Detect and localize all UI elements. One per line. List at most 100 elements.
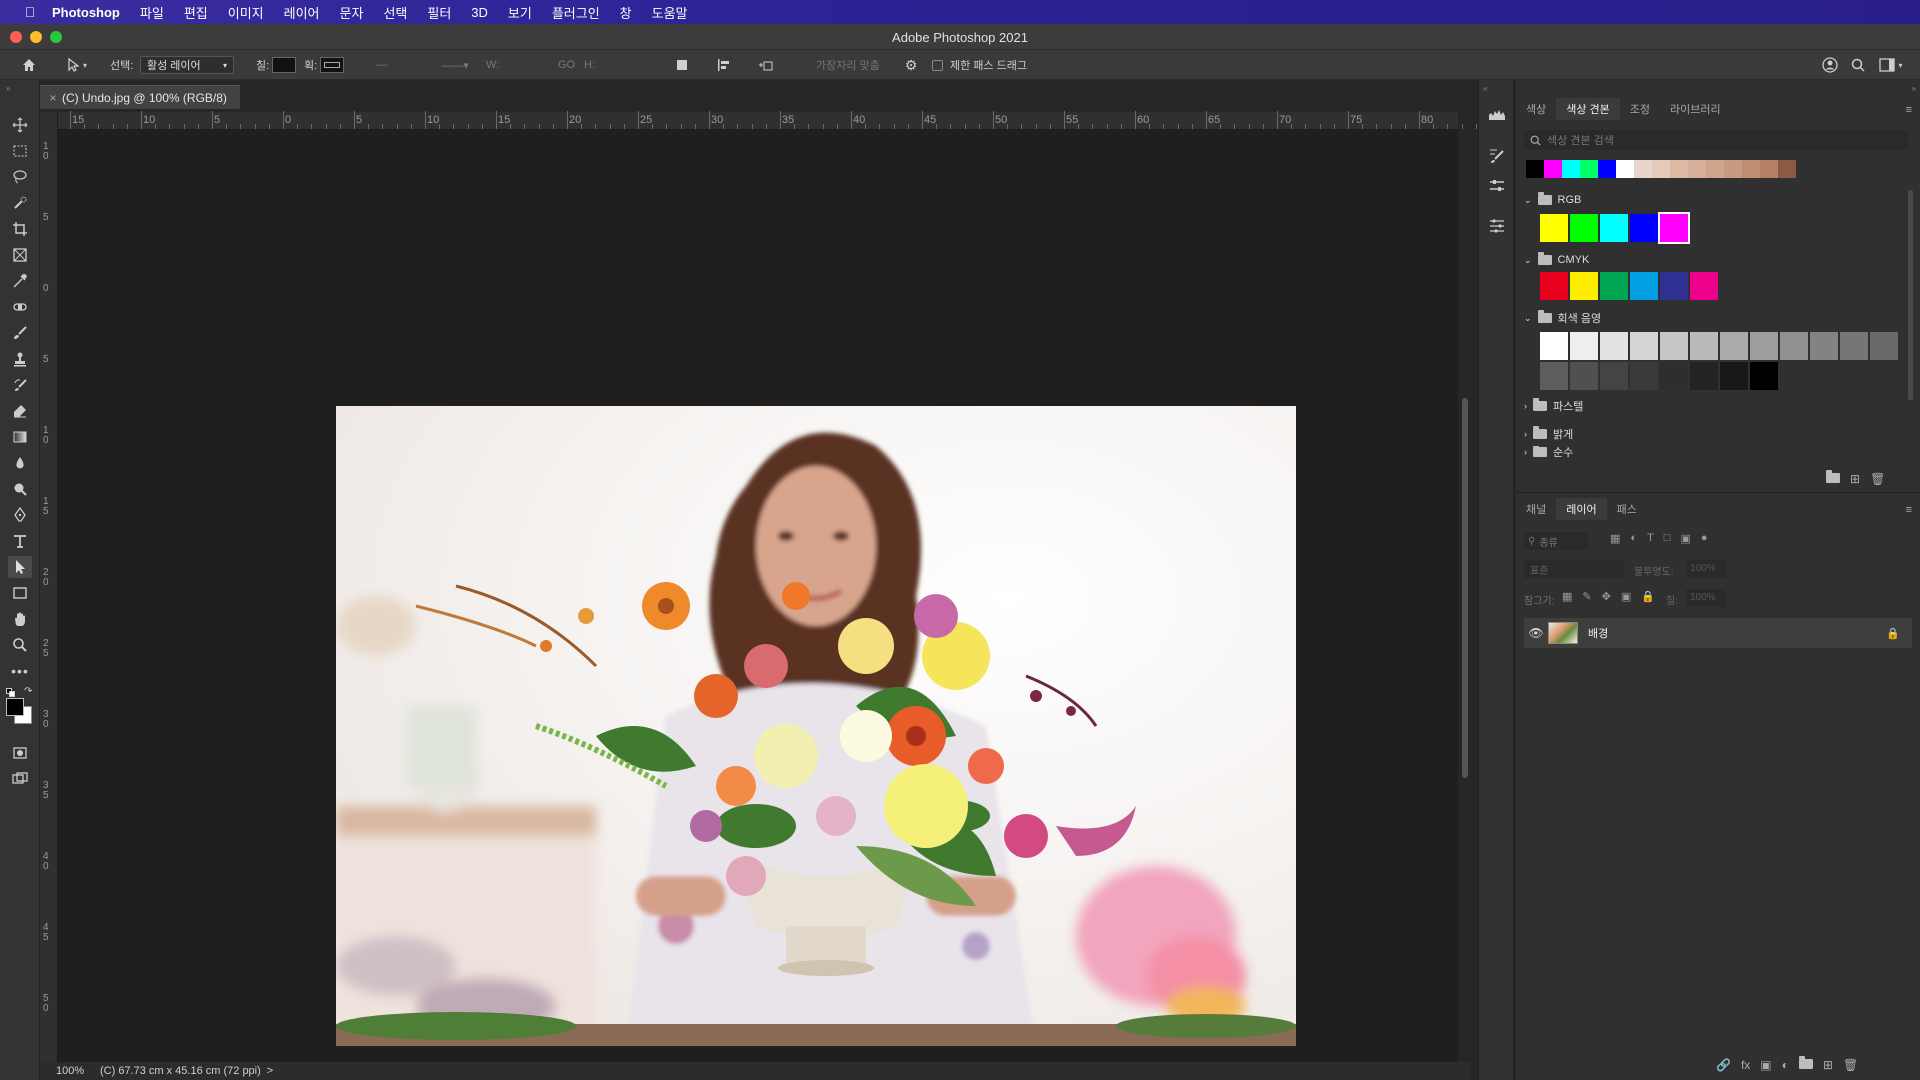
menu-app-name[interactable]: Photoshop: [52, 5, 120, 20]
foreground-color-swatch[interactable]: [6, 698, 24, 716]
gray-swatch[interactable]: [1630, 362, 1658, 390]
recent-swatch[interactable]: [1562, 160, 1580, 178]
workspace-button[interactable]: ▾: [1876, 56, 1906, 74]
stroke-swatch[interactable]: [320, 57, 344, 73]
tab-channels[interactable]: 채널: [1516, 498, 1556, 520]
gray-swatch[interactable]: [1600, 332, 1628, 360]
marquee-tool[interactable]: [8, 140, 32, 162]
smart-object-filter-icon[interactable]: ▣: [1680, 532, 1690, 545]
color-swatch[interactable]: [1630, 214, 1658, 242]
type-tool[interactable]: [8, 530, 32, 552]
lasso-tool[interactable]: [8, 166, 32, 188]
blur-tool[interactable]: [8, 452, 32, 474]
adjustment-layer-icon[interactable]: ◐: [1782, 1058, 1789, 1072]
collapse-arrows-icon[interactable]: »: [6, 84, 10, 93]
gray-swatch[interactable]: [1690, 332, 1718, 360]
gray-swatch[interactable]: [1540, 362, 1568, 390]
menu-filter[interactable]: 필터: [427, 3, 451, 22]
tab-swatches[interactable]: 색상 견본: [1556, 98, 1620, 120]
canvas-area[interactable]: [58, 130, 1458, 1062]
home-button[interactable]: [18, 56, 40, 74]
tab-libraries[interactable]: 라이브러리: [1660, 98, 1731, 120]
color-swatch[interactable]: [1600, 272, 1628, 300]
menu-layer[interactable]: 레이어: [284, 3, 320, 22]
menu-window[interactable]: 창: [620, 3, 632, 22]
zoom-tool[interactable]: [8, 634, 32, 656]
panel-menu-icon[interactable]: ≡: [1906, 504, 1912, 516]
tab-color[interactable]: 색상: [1516, 98, 1556, 120]
link-dimensions-label[interactable]: GO: [558, 56, 575, 74]
crop-tool[interactable]: [8, 218, 32, 240]
new-swatch-icon[interactable]: ⊞: [1850, 472, 1860, 486]
opacity-field[interactable]: 100%: [1686, 560, 1726, 578]
menu-type[interactable]: 문자: [340, 3, 364, 22]
recent-swatch[interactable]: [1652, 160, 1670, 178]
menu-3d[interactable]: 3D: [471, 5, 488, 20]
recent-swatch[interactable]: [1616, 160, 1634, 178]
lock-pixels-icon[interactable]: ✎: [1582, 590, 1591, 603]
document-info[interactable]: (C) 67.73 cm x 45.16 cm (72 ppi): [100, 1065, 261, 1077]
recent-swatch[interactable]: [1688, 160, 1706, 178]
gray-swatch[interactable]: [1570, 362, 1598, 390]
properties-panel-button[interactable]: [1487, 216, 1507, 236]
menu-view[interactable]: 보기: [508, 3, 532, 22]
learn-button[interactable]: [1820, 56, 1840, 74]
hand-tool[interactable]: [8, 608, 32, 630]
new-group-icon[interactable]: [1798, 1056, 1813, 1072]
color-swatch[interactable]: [1570, 214, 1598, 242]
histogram-panel-button[interactable]: [1487, 104, 1507, 124]
recent-swatch[interactable]: [1598, 160, 1616, 178]
brush-settings-panel-button[interactable]: [1487, 146, 1507, 166]
gray-swatch[interactable]: [1690, 362, 1718, 390]
adjustment-layer-filter-icon[interactable]: ◐: [1630, 532, 1637, 545]
eye-icon[interactable]: 👁: [1524, 626, 1548, 640]
document-info-arrow-icon[interactable]: >: [267, 1065, 273, 1077]
path-selection-tool[interactable]: [8, 556, 32, 578]
select-dropdown[interactable]: 활성 레이어 ▾: [140, 56, 234, 74]
color-swatch[interactable]: [1690, 272, 1718, 300]
quick-mask-button[interactable]: [8, 742, 32, 764]
type-layer-filter-icon[interactable]: T: [1647, 532, 1654, 545]
stroke-width-field[interactable]: —: [352, 56, 412, 74]
dodge-tool[interactable]: [8, 478, 32, 500]
tab-paths[interactable]: 패스: [1607, 498, 1647, 520]
gray-swatch[interactable]: [1750, 362, 1778, 390]
lock-all-icon[interactable]: 🔒: [1641, 590, 1655, 603]
gray-swatch[interactable]: [1540, 332, 1568, 360]
gray-swatch[interactable]: [1570, 332, 1598, 360]
lock-position-icon[interactable]: ✥: [1602, 590, 1611, 603]
fill-swatch[interactable]: [272, 57, 296, 73]
swap-colors-icon[interactable]: ↷: [24, 686, 32, 697]
layer-row-background[interactable]: 👁 배경 🔒: [1524, 618, 1912, 648]
apple-logo-icon[interactable]: : [20, 4, 40, 20]
menu-file[interactable]: 파일: [140, 3, 164, 22]
swatch-group-pure[interactable]: › 순수: [1524, 446, 1573, 458]
swatch-group-pastel[interactable]: › 파스텔: [1524, 396, 1583, 416]
gray-swatch[interactable]: [1840, 332, 1868, 360]
recent-swatch[interactable]: [1580, 160, 1598, 178]
trash-icon[interactable]: 🗑: [1870, 472, 1885, 486]
history-brush-tool[interactable]: [8, 374, 32, 396]
color-swatch[interactable]: [1630, 272, 1658, 300]
menu-plugins[interactable]: 플러그인: [552, 3, 600, 22]
gray-swatch[interactable]: [1750, 332, 1778, 360]
tool-preset-picker[interactable]: ▾: [60, 56, 94, 74]
gray-swatch[interactable]: [1660, 332, 1688, 360]
color-swatch[interactable]: [1600, 214, 1628, 242]
path-arrangement-button[interactable]: [756, 56, 776, 74]
collapse-arrows-icon[interactable]: «: [1483, 84, 1487, 93]
menu-edit[interactable]: 편집: [184, 3, 208, 22]
brush-tool[interactable]: [8, 322, 32, 344]
screen-mode-button[interactable]: [8, 768, 32, 790]
constrain-path-checkbox[interactable]: [932, 60, 943, 71]
collapse-arrows-icon[interactable]: »: [1912, 84, 1916, 93]
frame-tool[interactable]: [8, 244, 32, 266]
path-operations-button[interactable]: [672, 56, 692, 74]
recent-swatch[interactable]: [1634, 160, 1652, 178]
canvas-vertical-scrollbar[interactable]: [1462, 398, 1468, 778]
swatches-scrollbar[interactable]: [1908, 190, 1913, 400]
recent-swatch[interactable]: [1670, 160, 1688, 178]
gray-swatch[interactable]: [1780, 332, 1808, 360]
layer-style-icon[interactable]: fx: [1741, 1058, 1750, 1072]
menu-select[interactable]: 선택: [383, 3, 407, 22]
